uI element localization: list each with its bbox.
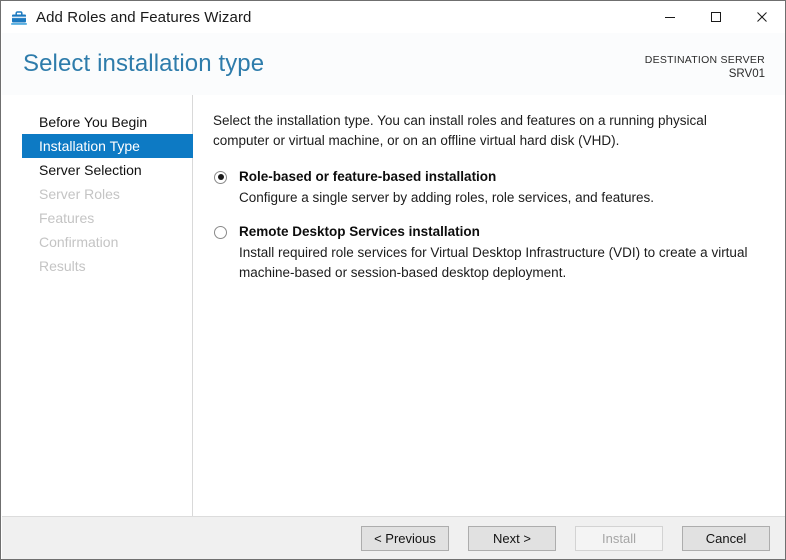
- option-description: Configure a single server by adding role…: [239, 189, 654, 205]
- wizard-body: Before You Begin Installation Type Serve…: [2, 95, 785, 516]
- radio-ring: [214, 225, 227, 239]
- option-title: Role-based or feature-based installation: [239, 168, 497, 184]
- instruction-text: Select the installation type. You can in…: [213, 113, 707, 149]
- destination-server-label: DESTINATION SERVER: [644, 54, 765, 66]
- footer-button-row: < Previous Next > Install Cancel: [361, 526, 770, 551]
- sidebar-item-server-roles: Server Roles: [39, 186, 120, 202]
- window-controls: [647, 1, 785, 33]
- radio-dot-selected: [217, 174, 224, 180]
- next-button[interactable]: Next >: [468, 526, 556, 551]
- page-title: Select installation type: [23, 50, 265, 77]
- destination-server-info: DESTINATION SERVER SRV01: [645, 53, 765, 83]
- sidebar-item-features: Features: [39, 210, 95, 226]
- previous-button[interactable]: < Previous: [361, 526, 449, 551]
- minimize-button[interactable]: [647, 1, 693, 33]
- destination-server-name: SRV01: [728, 68, 765, 81]
- title-bar: Add Roles and Features Wizard: [1, 1, 785, 33]
- wizard-footer: < Previous Next > Install Cancel: [2, 516, 785, 559]
- radio-remote-desktop-services-installation[interactable]: [214, 225, 227, 239]
- wizard-steps-sidebar: Before You Begin Installation Type Serve…: [2, 95, 193, 516]
- wizard-toolbox-icon: [11, 11, 27, 25]
- radio-role-based-installation[interactable]: [214, 170, 227, 184]
- minimize-icon: [665, 17, 675, 18]
- page-header: Select installation type DESTINATION SER…: [2, 33, 785, 95]
- sidebar-item-before-you-begin[interactable]: Before You Begin: [22, 110, 192, 134]
- sidebar-item-server-selection[interactable]: Server Selection: [22, 158, 192, 182]
- install-button: Install: [575, 526, 663, 551]
- close-icon: [757, 12, 767, 22]
- option-title: Remote Desktop Services installation: [239, 223, 480, 239]
- option-description: Install required role services for Virtu…: [239, 245, 748, 281]
- close-button[interactable]: [739, 1, 785, 33]
- option-remote-desktop-services-installation[interactable]: Remote Desktop Services installation Ins…: [213, 223, 764, 284]
- maximize-button[interactable]: [693, 1, 739, 33]
- sidebar-item-confirmation: Confirmation: [39, 234, 119, 250]
- add-roles-features-wizard-window: Add Roles and Features Wizard Select ins…: [0, 0, 786, 560]
- sidebar-item-installation-type[interactable]: Installation Type: [22, 134, 193, 158]
- window-title: Add Roles and Features Wizard: [36, 8, 252, 26]
- maximize-icon: [711, 12, 721, 22]
- option-role-based-installation[interactable]: Role-based or feature-based installation…: [213, 168, 764, 208]
- cancel-button[interactable]: Cancel: [682, 526, 770, 551]
- main-content-pane: Select the installation type. You can in…: [194, 95, 785, 516]
- sidebar-item-results: Results: [39, 258, 86, 274]
